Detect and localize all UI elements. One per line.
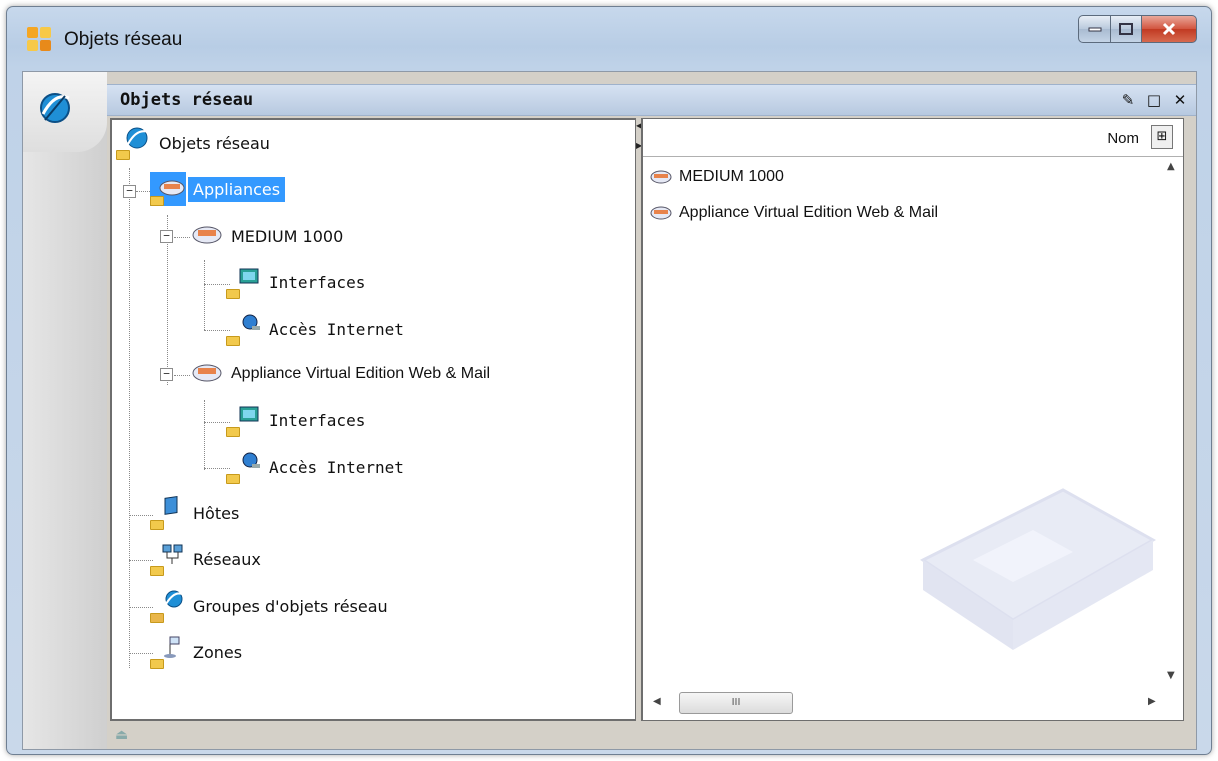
tree-item-vedition-internet[interactable]: Accès Internet [226, 450, 409, 484]
tree-label: Zones [193, 642, 243, 662]
horizontal-scroll-thumb[interactable]: III [679, 692, 793, 714]
pin-icon[interactable]: ✎ [1120, 91, 1136, 109]
maximize-button[interactable] [1111, 15, 1141, 43]
tree-label: Objets réseau [159, 133, 270, 153]
scroll-right-icon[interactable]: ▶ [1148, 696, 1156, 707]
folder-icon [226, 474, 240, 484]
scroll-down-icon[interactable]: ▼ [1167, 670, 1175, 681]
tree-label: Accès Internet [269, 457, 404, 477]
app-icon [27, 27, 51, 51]
list-item-label: Appliance Virtual Edition Web & Mail [679, 204, 939, 221]
side-tab-network-objects[interactable] [23, 72, 107, 152]
eject-icon[interactable]: ⏏ [115, 727, 128, 743]
tree-item-networks[interactable]: Réseaux [150, 542, 266, 576]
folder-icon [150, 196, 164, 206]
network-objects-panel: Objets réseau ✎ □ ✕ − − − Objets réseau … [107, 84, 1196, 749]
list-item-medium-1000[interactable]: MEDIUM 1000 [649, 163, 784, 191]
panel-close-icon[interactable]: ✕ [1172, 91, 1188, 109]
appliance-icon [188, 219, 224, 253]
tree-item-virtual-edition[interactable]: Appliance Virtual Edition Web & Mail [188, 359, 495, 389]
internet-access-icon [226, 450, 262, 484]
interfaces-icon [226, 403, 262, 437]
scroll-left-icon[interactable]: ◀ [653, 696, 661, 707]
expander-medium[interactable]: − [160, 230, 173, 243]
panel-title: Objets réseau [120, 90, 254, 110]
vertical-scrollbar[interactable]: ▲ ▼ [1161, 157, 1183, 685]
title-bar[interactable]: Objets réseau [7, 7, 1211, 65]
tree-item-medium-1000[interactable]: MEDIUM 1000 [188, 221, 348, 251]
folder-icon [150, 520, 164, 530]
column-header-name[interactable]: Nom [1107, 130, 1139, 147]
network-group-icon [150, 589, 186, 623]
folder-icon [226, 336, 240, 346]
tree-item-medium-internet[interactable]: Accès Internet [226, 312, 409, 346]
network-objects-icon [116, 126, 152, 160]
tree-label: Accès Internet [269, 319, 404, 339]
tree-item-appliances[interactable]: Appliances [150, 172, 286, 206]
network-objects-icon [40, 93, 70, 123]
panel-header: Objets réseau ✎ □ ✕ [107, 84, 1196, 116]
folder-icon [226, 427, 240, 437]
tree-label: Interfaces [269, 272, 366, 292]
close-button[interactable] [1141, 15, 1197, 43]
list-item-virtual-edition[interactable]: Appliance Virtual Edition Web & Mail [649, 199, 938, 227]
folder-icon [150, 566, 164, 576]
list-pane[interactable]: Nom ⊞ MEDIUM 1000 Appliance Virtual Edit… [641, 118, 1184, 721]
appliance-icon [650, 170, 672, 184]
tree-label: Interfaces [269, 410, 366, 430]
tree-label: MEDIUM 1000 [231, 226, 344, 246]
list-header: Nom ⊞ [643, 119, 1183, 157]
appliance-icon [650, 206, 672, 220]
interfaces-icon [226, 265, 262, 299]
tree-label: Appliance Virtual Edition Web & Mail [231, 365, 491, 382]
folder-icon [150, 613, 164, 623]
zone-flag-icon [150, 635, 186, 669]
horizontal-scrollbar[interactable]: ◀ III ▶ [643, 686, 1163, 720]
tree-label: Hôtes [193, 503, 240, 523]
client-area: Objets réseau ✎ □ ✕ − − − Objets réseau … [22, 71, 1197, 750]
appliance-watermark-icon [920, 488, 1157, 650]
column-chooser-icon: ⊞ [1156, 129, 1168, 144]
internet-access-icon [226, 312, 262, 346]
folder-icon [116, 150, 130, 160]
folder-icon [150, 659, 164, 669]
appliance-icon [150, 172, 186, 206]
panel-maximize-icon[interactable]: □ [1146, 91, 1162, 109]
network-icon [150, 542, 186, 576]
maximize-icon [1119, 23, 1133, 35]
tree-item-groups[interactable]: Groupes d'objets réseau [150, 589, 393, 623]
tree-item-medium-interfaces[interactable]: Interfaces [226, 265, 370, 299]
window-title: Objets réseau [64, 29, 183, 50]
tree-item-zones[interactable]: Zones [150, 635, 247, 669]
scroll-up-icon[interactable]: ▲ [1167, 161, 1175, 172]
host-icon [150, 496, 186, 530]
tree-pane[interactable]: − − − Objets réseau Appliances MEDIUM 10… [110, 118, 636, 721]
minimize-icon [1088, 27, 1101, 32]
close-icon [1162, 22, 1176, 36]
expander-appliances[interactable]: − [123, 185, 136, 198]
list-item-label: MEDIUM 1000 [679, 168, 784, 185]
tree-label: Réseaux [193, 549, 261, 569]
tree-label: Appliances [188, 176, 286, 202]
tree-label: Groupes d'objets réseau [193, 596, 388, 616]
tree-item-hosts[interactable]: Hôtes [150, 496, 244, 530]
expander-vedition[interactable]: − [160, 368, 173, 381]
folder-icon [226, 289, 240, 299]
column-chooser-button[interactable]: ⊞ [1151, 125, 1173, 149]
tree-item-vedition-interfaces[interactable]: Interfaces [226, 403, 370, 437]
side-tab-bar [23, 72, 107, 749]
tree-item-root[interactable]: Objets réseau [116, 126, 275, 160]
app-window: Objets réseau Objets réseau ✎ □ ✕ − − − … [6, 6, 1212, 755]
minimize-button[interactable] [1078, 15, 1111, 43]
appliance-icon [188, 357, 224, 391]
